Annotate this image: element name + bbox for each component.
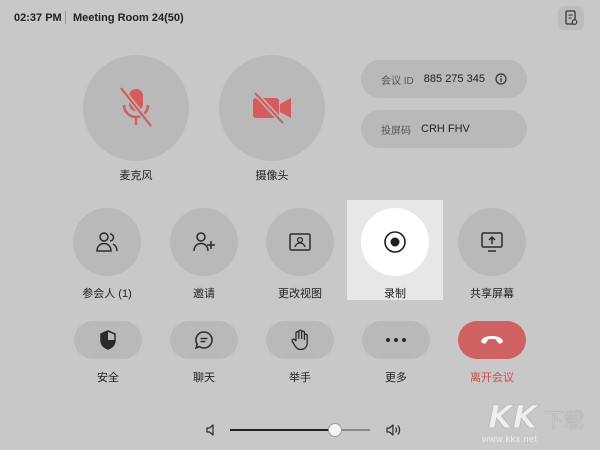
volume-high-icon[interactable] [385,423,403,437]
chat-icon [194,331,213,350]
watermark-logo: KK 下载 [486,396,590,437]
leave-meeting-button[interactable] [458,321,526,359]
leave-meeting-label: 离开会议 [470,372,514,384]
meeting-id-key: 会议 ID [381,75,414,87]
more-label: 更多 [385,372,407,384]
record-label: 录制 [384,288,406,300]
participants-icon [96,232,118,252]
raise-hand-label: 举手 [289,372,311,384]
more-button[interactable] [362,321,430,359]
camera-toggle-button[interactable] [219,55,325,161]
change-view-button[interactable] [266,208,334,276]
invite-button[interactable] [170,208,238,276]
status-bar: 02:37 PM Meeting Room 24(50) [0,0,600,36]
invite-label: 邀请 [193,288,215,300]
clock-time: 02:37 PM [14,12,62,24]
device-info-button[interactable] [558,6,584,30]
camera-label: 摄像头 [255,170,289,182]
change-view-label: 更改视图 [278,288,322,300]
shield-icon [100,330,116,350]
volume-fill [230,429,335,431]
record-icon [384,231,406,253]
volume-slider[interactable] [230,429,370,431]
chat-button[interactable] [170,321,238,359]
divider [65,11,66,24]
watermark-url: www.kkx.net [482,434,538,444]
mic-off-icon [119,86,153,128]
add-user-icon [193,232,215,252]
svg-text:KK: KK [488,398,540,436]
volume-low-icon[interactable] [205,423,219,437]
info-icon[interactable] [495,73,507,85]
participants-label: 参会人 (1) [82,288,132,300]
chat-label: 聊天 [193,372,215,384]
more-icon [386,338,406,342]
volume-knob[interactable] [328,423,342,437]
security-button[interactable] [74,321,142,359]
share-screen-icon [481,232,503,252]
share-screen-label: 共享屏幕 [470,288,514,300]
raise-hand-icon [291,329,308,351]
hang-up-icon [481,336,503,344]
share-code-pill[interactable]: 投屏码 CRH FHV [361,110,527,148]
record-button[interactable] [361,208,429,276]
share-code-key: 投屏码 [381,125,411,137]
svg-text:下载: 下载 [544,408,584,432]
security-label: 安全 [97,372,119,384]
share-code-value: CRH FHV [421,123,470,135]
meeting-id-value: 885 275 345 [423,73,485,85]
participants-button[interactable] [73,208,141,276]
kk-logo-icon: KK 下载 [488,398,585,437]
mic-toggle-button[interactable] [83,55,189,161]
share-screen-button[interactable] [458,208,526,276]
video-off-icon [253,91,291,125]
device-info-icon [565,10,578,25]
view-layout-icon [289,233,311,251]
meeting-id-pill[interactable]: 会议 ID 885 275 345 [361,60,527,98]
raise-hand-button[interactable] [266,321,334,359]
mic-label: 麦克风 [119,170,153,182]
meeting-title: Meeting Room 24(50) [73,12,184,24]
